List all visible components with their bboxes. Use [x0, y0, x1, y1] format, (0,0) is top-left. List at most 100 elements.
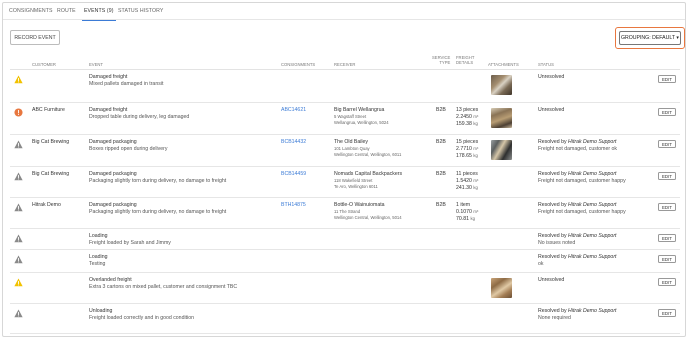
status-resolved-label: Resolved by — [538, 139, 567, 145]
freight-weight: 70.81 kg — [456, 216, 475, 223]
attachment-thumbnail[interactable] — [491, 108, 512, 128]
column-header-freight-details[interactable]: FREIGHT DETAILS — [456, 55, 474, 65]
event-description: Freight loaded by Sarah and Jimmy — [89, 240, 171, 246]
service-type: B2B — [436, 107, 446, 113]
consignment-link[interactable]: BCB14459 — [281, 171, 306, 178]
edit-button[interactable]: EDIT — [658, 255, 676, 263]
consignment-link[interactable]: BCB14432 — [281, 139, 306, 146]
tab-bar: CONSIGNMENTS ROUTE EVENTS (9) STATUS HIS… — [3, 3, 685, 21]
status-note: Freight not damaged, customer happy — [538, 178, 626, 184]
status-resolved-label: Resolved by — [538, 308, 567, 314]
status-note: None required — [538, 315, 571, 321]
status-resolved: Resolved by Hitrak Demo Support — [538, 139, 616, 146]
tab-events[interactable]: EVENTS (9) — [82, 8, 116, 21]
event-title: Damaged packaging — [89, 171, 137, 177]
service-type: B2B — [436, 139, 446, 145]
freight-volume: 2.7710 m³ — [456, 146, 478, 153]
freight-pieces: 13 pieces — [456, 107, 479, 113]
freight-weight-value: 241.30 — [456, 185, 472, 191]
event-description: Dropped table during delivery, leg damag… — [89, 114, 190, 120]
tab-consignments[interactable]: CONSIGNMENTS — [9, 8, 53, 20]
column-header-customer[interactable]: CUSTOMER — [32, 62, 56, 67]
column-header-freight-details-line2: DETAILS — [456, 60, 474, 65]
column-header-service-type-line2: TYPE — [439, 60, 451, 65]
freight-volume: 2.2450 m³ — [456, 114, 478, 121]
service-type: B2B — [436, 171, 446, 177]
neutral-icon — [14, 140, 23, 149]
receiver-address-line2: Te Aro, Wellington 6011 — [334, 183, 378, 189]
event-description: Extra 3 cartons on mixed pallet, custome… — [89, 284, 238, 290]
edit-button[interactable]: EDIT — [658, 75, 676, 83]
customer-name: Hitrak Demo — [32, 202, 61, 208]
table-row: Big Cat Brewing Damaged packaging Packagin… — [10, 167, 680, 198]
edit-button[interactable]: EDIT — [658, 234, 676, 242]
receiver-address-line2: Wellangrua, Wellington, 5024 — [334, 119, 389, 125]
receiver-address-line2: Wellington Central, Wellington, 6011 — [334, 151, 402, 157]
customer-name: Big Cat Brewing — [32, 139, 70, 145]
warning-icon — [14, 278, 23, 287]
edit-button[interactable]: EDIT — [658, 203, 676, 211]
consignment-link[interactable]: BTH14875 — [281, 202, 306, 209]
column-header-event[interactable]: EVENT — [89, 62, 103, 67]
tab-route[interactable]: ROUTE — [57, 8, 76, 20]
service-type: B2B — [436, 202, 446, 208]
status-unresolved: Unresolved — [538, 74, 565, 80]
freight-pieces: 15 pieces — [456, 139, 479, 145]
event-description: Boxes ripped open during delivery — [89, 146, 168, 152]
status-resolved-by: Hitrak Demo Support — [568, 254, 617, 260]
freight-weight: 241.30 kg — [456, 185, 478, 192]
table-row: Loading Freight loaded by Sarah and Jimmy… — [10, 229, 680, 250]
edit-button[interactable]: EDIT — [658, 140, 676, 148]
freight-volume: 1.5420 m³ — [456, 178, 478, 185]
status-resolved-by: Hitrak Demo Support — [568, 233, 617, 239]
neutral-icon — [14, 203, 23, 212]
status-resolved-by: Hitrak Demo Support — [568, 171, 617, 177]
status-resolved-by: Hitrak Demo Support — [568, 308, 617, 314]
receiver-address-line2: Wellington Central, Wellington, 5014 — [334, 214, 402, 220]
freight-volume-value: 0.1070 — [456, 209, 472, 215]
status-note: ok — [538, 261, 544, 267]
tab-status-history[interactable]: STATUS HISTORY — [118, 8, 163, 20]
neutral-icon — [14, 309, 23, 318]
table-row: Unloading Freight loaded correctly and in… — [10, 304, 680, 334]
grouping-dropdown[interactable]: GROUPING: DEFAULT ▾ — [619, 31, 681, 45]
receiver-name: Nomads Capital Backpackers — [334, 171, 403, 177]
freight-weight-unit: kg — [473, 153, 478, 158]
table-row: Big Cat Brewing Damaged packaging Boxes ri… — [10, 135, 680, 167]
column-header-service-type[interactable]: SERVICE TYPE — [432, 55, 450, 65]
status-resolved: Resolved by Hitrak Demo Support — [538, 202, 616, 209]
table-row: Damaged freight Mixed pallets damaged in … — [10, 70, 680, 103]
edit-button[interactable]: EDIT — [658, 278, 676, 286]
status-resolved-by: Hitrak Demo Support — [568, 139, 617, 145]
table-row: Hitrak Demo Damaged packaging Packaging sl… — [10, 198, 680, 229]
neutral-icon — [14, 255, 23, 264]
consignment-link[interactable]: ABC14621 — [281, 107, 306, 114]
freight-pieces: 11 pieces — [456, 171, 478, 177]
record-event-button[interactable]: RECORD EVENT — [10, 30, 60, 45]
event-title: Overlanded freight — [89, 277, 132, 283]
column-header-receiver[interactable]: RECEIVER — [334, 62, 355, 67]
status-resolved-by: Hitrak Demo Support — [568, 202, 617, 208]
receiver-name: The Old Bailey — [334, 139, 369, 145]
freight-volume-unit: m³ — [473, 146, 479, 151]
column-header-status[interactable]: STATUS — [538, 62, 554, 67]
column-header-consignments[interactable]: CONSIGNMENTS — [281, 62, 315, 67]
freight-weight: 178.65 kg — [456, 153, 478, 160]
freight-weight: 159.38 kg — [456, 121, 478, 128]
attachment-thumbnail[interactable] — [491, 140, 512, 160]
event-description: Freight loaded correctly and in good con… — [89, 315, 194, 321]
event-title: Unloading — [89, 308, 113, 314]
freight-volume-value: 1.5420 — [456, 178, 472, 184]
edit-button[interactable]: EDIT — [658, 309, 676, 317]
attachment-thumbnail[interactable] — [491, 278, 512, 298]
receiver-name: Big Barrel Wellangrua — [334, 107, 385, 113]
freight-volume-value: 2.2450 — [456, 114, 472, 120]
status-note: No issues noted — [538, 240, 576, 246]
freight-weight-value: 159.38 — [456, 121, 472, 127]
status-note: Freight not damaged, customer happy — [538, 209, 626, 215]
receiver-name: Bottle-O Wainuiomata — [334, 202, 385, 208]
attachment-thumbnail[interactable] — [491, 75, 512, 95]
edit-button[interactable]: EDIT — [658, 172, 676, 180]
table-row: Overlanded freight Extra 3 cartons on mix… — [10, 273, 680, 304]
edit-button[interactable]: EDIT — [658, 108, 676, 116]
